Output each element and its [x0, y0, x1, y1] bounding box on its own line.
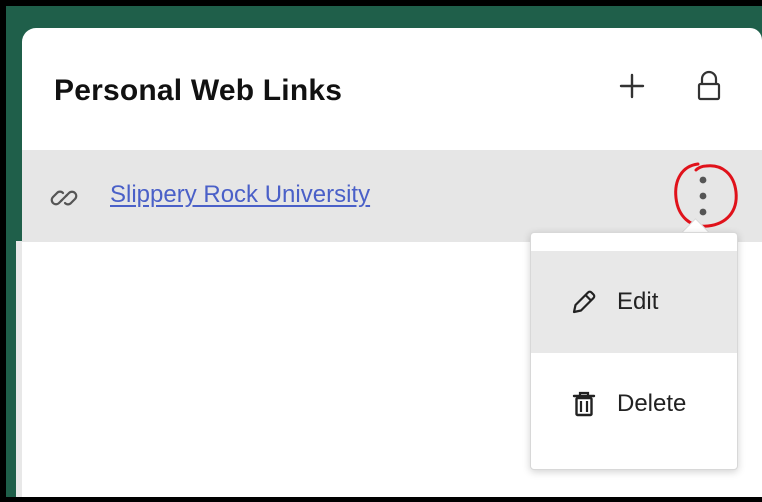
trash-icon	[569, 389, 599, 419]
plus-icon	[619, 73, 645, 99]
link-options-button[interactable]	[688, 170, 718, 222]
link-icon	[50, 184, 78, 212]
lock-button[interactable]	[691, 68, 727, 104]
link-row[interactable]: Slippery Rock University	[22, 150, 762, 242]
screen-background: Personal Web Links Slippery Rock Univers…	[6, 6, 762, 497]
lock-icon	[697, 70, 721, 101]
panel-header: Personal Web Links	[22, 28, 762, 148]
kebab-icon	[699, 176, 707, 216]
menu-item-label: Delete	[617, 390, 687, 417]
menu-item-delete[interactable]: Delete	[531, 353, 737, 455]
panel-title: Personal Web Links	[54, 74, 343, 107]
menu-item-edit[interactable]: Edit	[531, 251, 737, 353]
pencil-icon	[569, 287, 599, 317]
add-link-button[interactable]	[614, 68, 650, 104]
link-slippery-rock-university[interactable]: Slippery Rock University	[110, 181, 370, 209]
menu-item-label: Edit	[617, 288, 659, 315]
link-options-menu: Edit Delete	[530, 232, 738, 470]
